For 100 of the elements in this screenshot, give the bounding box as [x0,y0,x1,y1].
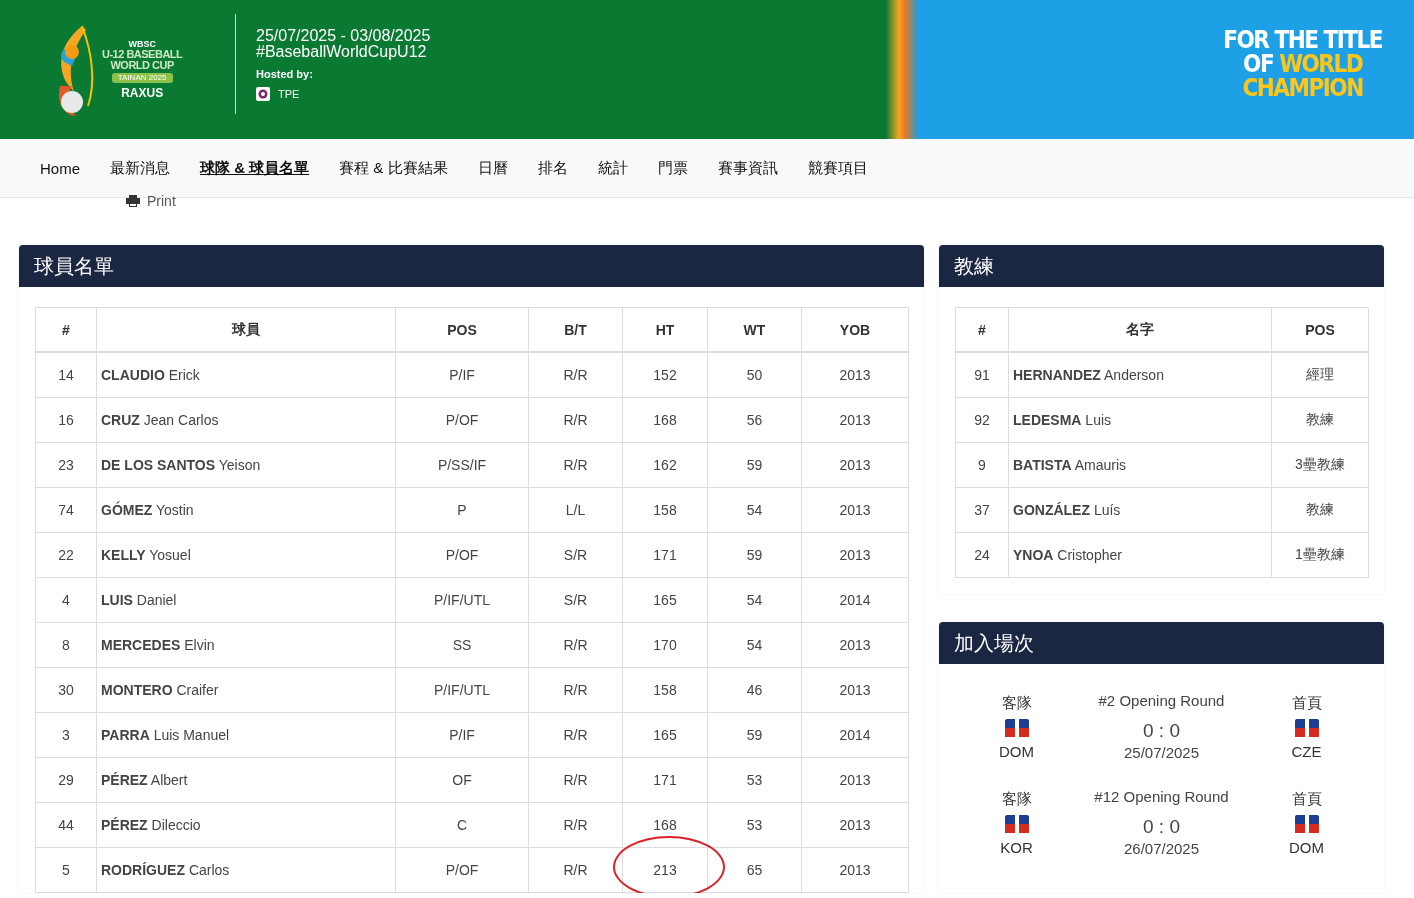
print-link[interactable]: Print [126,194,176,208]
team-label: 首頁 [1291,790,1322,809]
nav-link[interactable]: 競賽項目 [807,158,868,178]
table-cell: 171 [622,532,708,578]
team-code: CZE [1291,743,1322,760]
event-dates: 25/07/2025 - 03/08/2025 [256,28,432,44]
table-cell: R/R [528,667,623,713]
table-cell: 22 [35,532,97,578]
game-date: 25/07/2025 [1123,743,1200,763]
table-cell: 3壘教練 [1271,442,1369,488]
table-cell: 24 [955,532,1009,578]
team-code: DOM [1289,839,1324,856]
game-date: 26/07/2025 [1123,839,1200,859]
flag-icon [1294,719,1319,737]
nav-link[interactable]: 統計 [597,158,628,178]
table-cell: 30 [35,667,97,713]
table-cell: R/R [528,352,623,398]
table-cell: S/R [528,577,623,623]
flag-icon [1294,815,1319,833]
table-cell: R/R [528,397,623,443]
table-cell: 2013 [801,532,909,578]
table-cell: 56 [707,397,802,443]
table-cell: YNOA Cristopher [1008,532,1272,578]
team-label: 客隊 [1001,694,1032,713]
table-cell: P/SS/IF [395,442,529,488]
table-cell: PARRA Luis Manuel [96,712,396,758]
table-cell: 158 [622,487,708,533]
table-cell: 2013 [801,397,909,443]
table-cell: C [395,802,529,848]
table-cell: MONTERO Craifer [96,667,396,713]
nav-link[interactable]: 賽事資訊 [717,158,778,178]
nav-link[interactable]: 球隊 & 球員名單 [200,158,310,178]
table-cell: 91 [955,352,1009,398]
team-code: DOM [999,743,1034,760]
column-header: 球員 [96,307,396,352]
table-cell: 59 [707,442,802,488]
table-cell: 65 [707,847,802,893]
nav-link[interactable]: Home [40,159,80,177]
table-cell: RODRÍGUEZ Carlos [96,847,396,893]
sponsor-logo-text: RAXUS [121,87,164,99]
hashtag: #BaseballWorldCupU12 [256,44,428,60]
table-cell: 2013 [801,487,909,533]
table-cell: PÉREZ Albert [96,757,396,803]
table-cell: R/R [528,442,623,488]
table-cell: 教練 [1271,397,1369,443]
table-cell: 2014 [801,712,909,758]
table-cell: P/IF [395,352,529,398]
table-cell: 教練 [1271,487,1369,533]
game-round: #12 Opening Round [1094,787,1229,807]
table-cell: P/OF [395,397,529,443]
nav-link[interactable]: 日曆 [477,158,508,178]
table-cell: 158 [622,667,708,713]
column-header: POS [1271,307,1369,352]
table-cell: 2013 [801,802,909,848]
table-cell: 4 [35,577,97,623]
table-cell: P/IF/UTL [395,577,529,623]
table-cell: 29 [35,757,97,803]
logo-text: U-12 BASEBALL [102,49,183,60]
table-cell: 59 [707,532,802,578]
table-cell: S/R [528,532,623,578]
table-cell: L/L [528,487,623,533]
table-cell: 37 [955,487,1009,533]
edition-badge: TAINAN 2025 [111,73,173,83]
table-cell: 50 [707,352,802,398]
table-cell: 9 [955,442,1009,488]
table-cell: P/OF [395,532,529,578]
table-cell: 2013 [801,847,909,893]
nav-link[interactable]: 門票 [657,158,688,178]
table-cell: 23 [35,442,97,488]
table-cell: 44 [35,802,97,848]
table-cell: 53 [707,757,802,803]
column-header: HT [622,307,708,352]
table-cell: 165 [622,577,708,623]
table-cell: 171 [622,757,708,803]
table-cell: 162 [622,442,708,488]
table-cell: P/IF [395,712,529,758]
game-score: 0 : 0 [1143,816,1180,838]
table-cell: P/IF/UTL [395,667,529,713]
table-cell: 2013 [801,352,909,398]
nav-link[interactable]: 賽程 & 比賽結果 [339,158,448,178]
table-cell: 170 [622,622,708,668]
column-header: # [35,307,97,352]
table-cell: 3 [35,712,97,758]
column-header: POS [395,307,529,352]
panel-title: 球員名單 [19,245,924,287]
table-cell: SS [395,622,529,668]
nav-link[interactable]: 排名 [537,158,568,178]
nav-link[interactable]: 最新消息 [110,158,170,178]
table-cell: 168 [622,802,708,848]
table-cell: 14 [35,352,97,398]
table-cell: DE LOS SANTOS Yeison [96,442,396,488]
slogan-text: OF [1243,50,1274,78]
table-cell: 經理 [1271,352,1369,398]
game-round: #2 Opening Round [1098,691,1225,711]
table-cell: 152 [622,352,708,398]
table-cell: P [395,487,529,533]
table-cell: 74 [35,487,97,533]
logo-text: WBSC [128,40,156,49]
host-code: TPE [278,87,300,102]
table-cell: 165 [622,712,708,758]
